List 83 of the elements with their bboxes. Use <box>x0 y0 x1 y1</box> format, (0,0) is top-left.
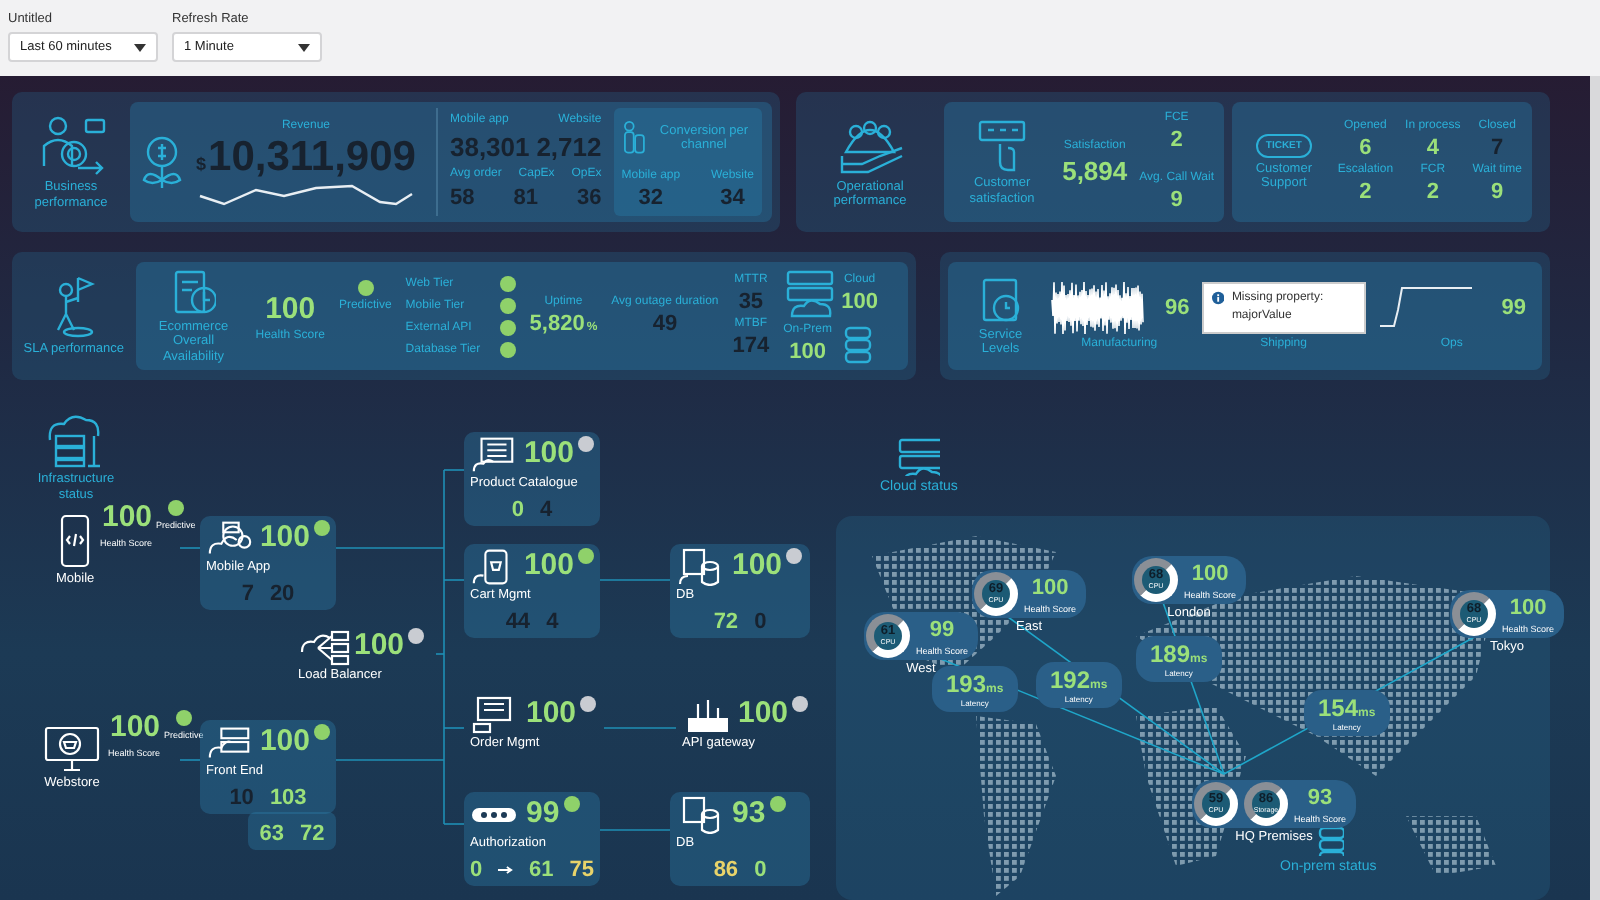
metric-value: 10 <box>229 786 254 811</box>
metric-value: 100 <box>841 290 878 315</box>
health-score: 100 <box>265 291 316 326</box>
document-clock-icon <box>978 275 1023 324</box>
metric-value: 36 <box>576 186 602 210</box>
metric-value: 2 <box>1357 180 1374 204</box>
metric-value: 72 <box>300 822 325 847</box>
metric-value: 174 <box>732 334 770 359</box>
health-score: 100 <box>523 548 574 583</box>
metric-value: 0 <box>754 858 767 883</box>
health-score: 99 <box>526 796 560 831</box>
metric-value: 61 <box>529 858 554 883</box>
metric-value: 35 <box>738 290 764 315</box>
metric-value: 99 <box>1501 296 1526 321</box>
health-score: 100 <box>526 696 577 731</box>
metric-value: 58 <box>449 186 475 210</box>
health-score: 100 <box>523 436 574 471</box>
people-hand-icon <box>835 115 905 176</box>
metric-value: 86 <box>713 858 739 883</box>
connector-line <box>179 760 201 762</box>
health-score: 100 <box>738 696 789 731</box>
metric-value: 0 <box>754 610 767 635</box>
health-score: 99 <box>929 617 955 642</box>
metric-value: 9 <box>1489 180 1506 204</box>
document-clock-icon <box>171 268 216 316</box>
scrollbar[interactable] <box>1590 76 1600 900</box>
currency-sign: $ <box>196 153 207 173</box>
connector-line <box>179 548 201 550</box>
health-score: 100 <box>354 628 405 663</box>
metric-value: 72 <box>713 610 739 635</box>
metric-value: 7 <box>241 582 254 607</box>
metric-value: 103 <box>269 786 307 811</box>
metric-value: 9 <box>1170 188 1183 212</box>
health-score: 100 <box>109 710 161 745</box>
metric-value: 38,301 <box>449 132 530 162</box>
metric-value: 0 <box>511 498 524 523</box>
revenue-value: 10,311,909 <box>208 133 416 181</box>
metric-value: 2 <box>1170 128 1183 152</box>
connector-line <box>599 580 671 582</box>
metric-value: 81 <box>513 186 538 210</box>
metric-value: 6 <box>1357 136 1374 160</box>
rating-hand-icon <box>978 118 1027 173</box>
caret-icon <box>134 43 146 51</box>
metric-value: 44 <box>505 610 531 635</box>
health-score: 93 <box>732 796 766 831</box>
metric-value: 4 <box>1424 136 1441 160</box>
health-score: 100 <box>259 520 310 555</box>
connector-line <box>603 728 677 730</box>
phone-code-icon <box>60 514 91 569</box>
server-cloud-icon <box>896 436 941 477</box>
metric-value: 4 <box>540 498 553 523</box>
health-score: 100 <box>1191 561 1229 586</box>
health-score: 100 <box>259 724 310 759</box>
health-score: 100 <box>1031 575 1069 600</box>
metric-value: 96 <box>1165 296 1190 321</box>
health-score: 100 <box>1509 595 1547 620</box>
waveform <box>1049 282 1145 335</box>
metric-value: 34 <box>720 186 745 210</box>
metric-value: 5,894 <box>1062 155 1128 185</box>
health-score: 100 <box>732 548 783 583</box>
server-cloud-icon <box>783 268 836 321</box>
health-score: 93 <box>1307 785 1333 810</box>
metric-value: 100 <box>789 340 826 365</box>
router-icon <box>682 696 734 735</box>
metric-value: 4 <box>546 610 559 635</box>
metric-value: 49 <box>652 312 678 337</box>
metric-value: 2 <box>1424 180 1441 204</box>
metric-value: 0 <box>470 858 483 883</box>
person-coin-icon <box>37 114 105 177</box>
info-icon <box>1211 290 1224 307</box>
metric-value: 32 <box>638 186 664 210</box>
metric-value: 75 <box>569 858 594 883</box>
load-balancer-icon <box>298 628 350 667</box>
cloud-gear-icon <box>206 520 256 559</box>
health-score: 100 <box>101 500 153 535</box>
connector-line <box>599 830 671 832</box>
caret-icon <box>298 43 310 51</box>
coin-plant-icon <box>140 135 184 189</box>
metric-value: 7 <box>1489 136 1506 160</box>
metric-value: 63 <box>259 822 284 847</box>
metric-value: 5,820 <box>529 312 585 337</box>
metric-value: 20 <box>269 582 295 607</box>
metric-value: 2,712 <box>536 132 602 162</box>
